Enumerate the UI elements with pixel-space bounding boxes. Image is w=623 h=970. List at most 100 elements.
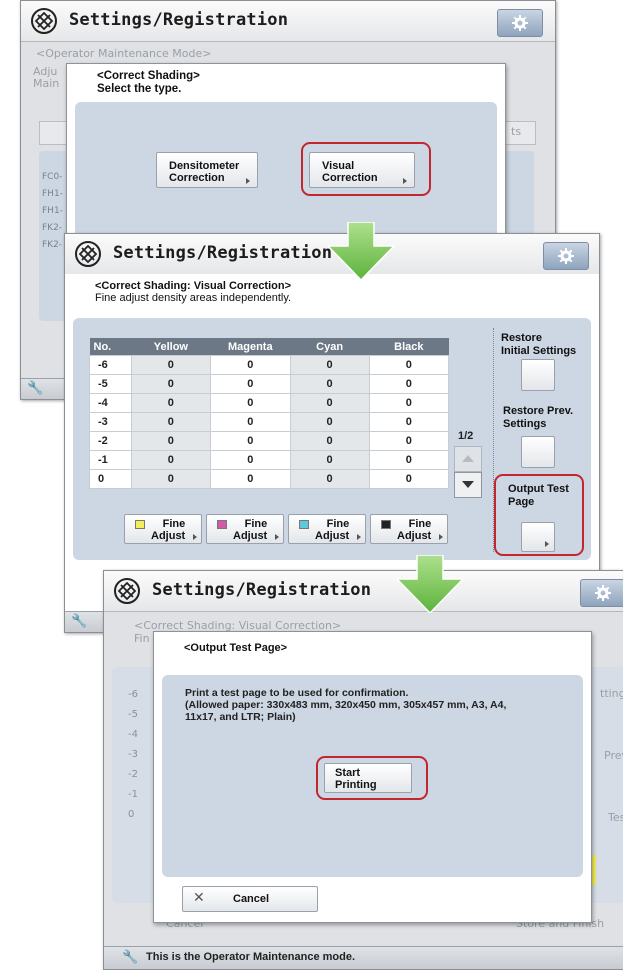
table-row[interactable]: -4 0 0 0 0 (89, 393, 450, 413)
maintenance-icon: 🔧 (27, 381, 44, 396)
densitometer-label: Densitometer Correction (169, 160, 240, 184)
col-no: No. (89, 338, 132, 356)
chevron-right-icon (439, 534, 443, 540)
restore-initial-button[interactable] (521, 359, 555, 391)
window-title: Settings/Registration (69, 10, 289, 30)
fine-adjust-label: Fine Adjust (397, 518, 432, 542)
cell-yellow: 0 (130, 355, 212, 375)
cell-black: 0 (368, 450, 450, 470)
bg-rows: -6 -5 -4 -3 -2 -1 0 (128, 685, 150, 825)
cell-no: -1 (89, 450, 132, 470)
gear-icon (512, 15, 528, 31)
cell-magenta: 0 (210, 450, 291, 470)
down-arrow-1-icon (328, 222, 394, 280)
window-title: Settings/Registration (113, 243, 333, 263)
gear-icon (558, 248, 574, 264)
maintenance-icon: 🔧 (71, 614, 88, 629)
cell-black: 0 (368, 469, 450, 489)
scroll-up-button[interactable] (454, 446, 482, 472)
cell-black: 0 (368, 355, 450, 375)
bg-right-1: ttings (600, 687, 623, 700)
down-arrow-2-icon (397, 555, 463, 613)
close-icon: ✕ (193, 889, 205, 905)
densitometer-correction-button[interactable]: Densitometer Correction (156, 152, 258, 188)
cell-magenta: 0 (210, 469, 291, 489)
fine-adjust-label: Fine Adjust (315, 518, 350, 542)
table-row[interactable]: 00000 (89, 469, 450, 489)
bg-text-main: Main (33, 77, 60, 90)
magenta-swatch (217, 520, 227, 529)
gear-icon (595, 585, 611, 601)
fine-adjust-label: Fine Adjust (233, 518, 268, 542)
start-printing-highlight (316, 756, 428, 800)
correct-shading-dialog: <Correct Shading> Select the type. Densi… (66, 63, 506, 255)
fine-adjust-cyan-button[interactable]: Fine Adjust (288, 514, 366, 544)
fine-adjust-black-button[interactable]: Fine Adjust (370, 514, 448, 544)
bg-right-2: Prev. (604, 749, 623, 762)
settings-logo-icon (31, 8, 57, 34)
cell-magenta: 0 (210, 412, 291, 432)
cell-no: -6 (89, 355, 132, 375)
settings-gear-button[interactable] (497, 9, 543, 37)
maintenance-icon: 🔧 (122, 950, 139, 965)
cell-yellow: 0 (130, 431, 212, 451)
cell-yellow: 0 (130, 469, 212, 489)
table-row[interactable]: -6 0 0 0 0 (89, 355, 450, 375)
scroll-down-button[interactable] (454, 472, 482, 498)
cell-cyan: 0 (289, 431, 370, 451)
operator-mode-label: <Operator Maintenance Mode> (36, 47, 212, 60)
density-table: No. Yellow Magenta Cyan Black -6 0 0 0 0 -5 0… (89, 338, 450, 489)
table-row[interactable]: -3 0 0 0 0 (89, 412, 450, 432)
list-item: -3 (128, 749, 138, 760)
cell-no: -4 (89, 393, 132, 413)
title-bar: Settings/Registration (21, 1, 555, 42)
settings-logo-icon (75, 241, 101, 267)
bg-header-line2: Fin (134, 632, 150, 645)
cell-cyan: 0 (289, 469, 370, 489)
dialog-subtitle: Select the type. (97, 83, 182, 95)
cell-black: 0 (368, 412, 450, 432)
cell-magenta: 0 (210, 393, 291, 413)
list-item: -5 (128, 709, 138, 720)
col-cyan: Cyan (290, 338, 370, 356)
cell-cyan: 0 (289, 450, 370, 470)
dialog-title: <Correct Shading> (97, 70, 200, 82)
cancel-button[interactable]: ✕ Cancel (182, 886, 318, 912)
fine-adjust-magenta-button[interactable]: Fine Adjust (206, 514, 284, 544)
cell-yellow: 0 (130, 450, 212, 470)
bg-right-3: Test (608, 811, 623, 824)
restore-prev-button[interactable] (521, 436, 555, 468)
cell-yellow: 0 (130, 412, 212, 432)
bg-right-ts: ts (511, 125, 522, 138)
table-row[interactable]: -2 0 0 0 0 (89, 431, 450, 451)
list-item: -6 (128, 689, 138, 700)
chevron-right-icon (357, 534, 361, 540)
settings-gear-button[interactable] (580, 579, 623, 607)
type-panel (75, 102, 497, 254)
cell-cyan: 0 (289, 412, 370, 432)
page-indicator: 1/2 (458, 430, 474, 442)
cell-no: -5 (89, 374, 132, 394)
chevron-right-icon (193, 534, 197, 540)
restore-prev-label: Restore Prev. Settings (503, 405, 574, 430)
cell-magenta: 0 (210, 355, 291, 375)
settings-gear-button[interactable] (543, 242, 589, 270)
cell-cyan: 0 (289, 374, 370, 394)
col-black: Black (369, 338, 449, 356)
restore-initial-label: Restore Initial Settings (501, 332, 577, 357)
cell-magenta: 0 (210, 431, 291, 451)
list-item: 0 (128, 809, 135, 820)
table-row[interactable]: -5 0 0 0 0 (89, 374, 450, 394)
dialog-message: Print a test page to be used for confirm… (185, 687, 507, 723)
cell-yellow: 0 (130, 374, 212, 394)
fine-adjust-yellow-button[interactable]: Fine Adjust (124, 514, 202, 544)
fine-adjust-row: Fine Adjust Fine Adjust Fine Adjust Fine… (124, 514, 454, 546)
list-item: -1 (128, 789, 138, 800)
chevron-right-icon (246, 178, 250, 184)
cell-cyan: 0 (289, 355, 370, 375)
cancel-label: Cancel (233, 893, 270, 905)
cell-no: -2 (89, 431, 132, 451)
cell-black: 0 (368, 374, 450, 394)
black-swatch (381, 520, 391, 529)
table-row[interactable]: -1 0 0 0 0 (89, 450, 450, 470)
